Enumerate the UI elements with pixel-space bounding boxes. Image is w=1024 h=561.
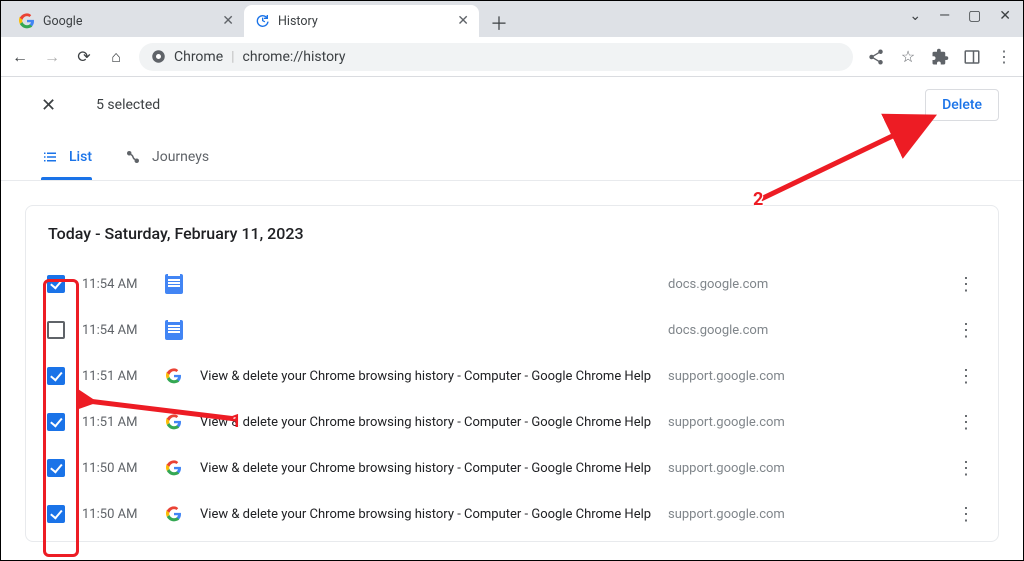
site-icon <box>164 320 184 340</box>
annotation-label-1: 1 <box>231 411 241 432</box>
history-title[interactable]: View & delete your Chrome browsing histo… <box>200 415 652 430</box>
history-time: 11:51 AM <box>82 369 148 384</box>
history-domain: support.google.com <box>668 461 938 476</box>
tab-title: Google <box>43 14 82 29</box>
history-time: 11:50 AM <box>82 507 148 522</box>
forward-button[interactable]: → <box>43 47 61 67</box>
journeys-icon <box>124 148 142 166</box>
close-window-icon[interactable]: ✕ <box>999 8 1011 24</box>
browser-tabstrip: Google ✕ History ✕ ＋ ⌄ — ▢ ✕ <box>1 1 1023 37</box>
selection-count: 5 selected <box>96 97 160 113</box>
list-icon <box>41 148 59 166</box>
extensions-icon[interactable] <box>931 48 949 66</box>
maximize-icon[interactable]: ▢ <box>968 8 981 24</box>
row-menu-button[interactable]: ⋮ <box>954 458 978 479</box>
row-menu-button[interactable]: ⋮ <box>954 366 978 387</box>
bookmark-icon[interactable]: ☆ <box>899 48 917 66</box>
site-icon <box>164 414 184 430</box>
minimize-icon[interactable]: — <box>939 8 950 24</box>
browser-toolbar: ← → ⟳ ⌂ Chrome | chrome://history ☆ ⋮ <box>1 37 1023 77</box>
docs-icon <box>165 320 183 340</box>
history-row[interactable]: 11:54 AM docs.google.com ⋮ <box>46 261 978 307</box>
home-button[interactable]: ⌂ <box>107 47 125 67</box>
checkbox[interactable] <box>47 505 65 523</box>
omnibox-label: Chrome <box>174 49 223 65</box>
omnibox-url: chrome://history <box>243 49 346 65</box>
row-menu-button[interactable]: ⋮ <box>954 504 978 525</box>
history-title[interactable]: View & delete your Chrome browsing histo… <box>200 369 652 384</box>
history-title[interactable]: View & delete your Chrome browsing histo… <box>200 461 652 476</box>
docs-icon <box>165 274 183 294</box>
sidepanel-icon[interactable] <box>963 48 981 66</box>
close-icon[interactable]: ✕ <box>222 13 234 29</box>
tab-title: History <box>278 14 318 29</box>
history-row[interactable]: 11:54 AM docs.google.com ⋮ <box>46 307 978 353</box>
history-row[interactable]: 11:51 AM View & delete your Chrome browsi… <box>46 353 978 399</box>
checkbox[interactable] <box>47 367 65 385</box>
date-header: Today - Saturday, February 11, 2023 <box>46 224 978 243</box>
close-icon[interactable]: ✕ <box>457 13 469 29</box>
history-rows: 11:54 AM docs.google.com ⋮ 11:54 AM docs.goo… <box>46 261 978 537</box>
history-domain: docs.google.com <box>668 323 938 338</box>
history-icon <box>254 13 270 29</box>
site-icon <box>164 460 184 476</box>
checkbox[interactable] <box>47 413 65 431</box>
google-icon <box>19 13 35 29</box>
history-time: 11:54 AM <box>82 277 148 292</box>
row-menu-button[interactable]: ⋮ <box>954 320 978 341</box>
row-menu-button[interactable]: ⋮ <box>954 274 978 295</box>
reload-button[interactable]: ⟳ <box>75 47 93 66</box>
chevron-down-icon[interactable]: ⌄ <box>909 8 921 24</box>
browser-tab-history[interactable]: History ✕ <box>244 5 479 37</box>
checkbox[interactable] <box>47 321 65 339</box>
history-row[interactable]: 11:50 AM View & delete your Chrome browsi… <box>46 491 978 537</box>
window-controls: ⌄ — ▢ ✕ <box>909 1 1023 37</box>
history-time: 11:51 AM <box>82 415 148 430</box>
browser-tab-google[interactable]: Google ✕ <box>9 5 244 37</box>
checkbox[interactable] <box>47 275 65 293</box>
tab-list[interactable]: List <box>41 133 92 180</box>
history-row[interactable]: 11:51 AM View & delete your Chrome browsi… <box>46 399 978 445</box>
delete-button[interactable]: Delete <box>925 89 999 121</box>
history-domain: support.google.com <box>668 507 938 522</box>
selection-bar: ✕ 5 selected Delete <box>1 77 1023 133</box>
checkbox[interactable] <box>47 459 65 477</box>
history-domain: support.google.com <box>668 415 938 430</box>
history-time: 11:54 AM <box>82 323 148 338</box>
chrome-icon <box>151 49 166 64</box>
tab-journeys[interactable]: Journeys <box>124 133 209 180</box>
annotation-label-2: 2 <box>753 189 763 210</box>
site-icon <box>164 368 184 384</box>
menu-icon[interactable]: ⋮ <box>995 48 1013 66</box>
share-icon[interactable] <box>867 48 885 66</box>
new-tab-button[interactable]: ＋ <box>485 9 513 37</box>
view-tabs: List Journeys <box>1 133 1023 181</box>
site-icon <box>164 506 184 522</box>
history-title[interactable]: View & delete your Chrome browsing histo… <box>200 507 652 522</box>
site-icon <box>164 274 184 294</box>
history-card: Today - Saturday, February 11, 2023 11:5… <box>25 205 999 542</box>
clear-selection-button[interactable]: ✕ <box>41 95 56 116</box>
back-button[interactable]: ← <box>11 47 29 67</box>
row-menu-button[interactable]: ⋮ <box>954 412 978 433</box>
history-domain: docs.google.com <box>668 277 938 292</box>
history-domain: support.google.com <box>668 369 938 384</box>
omnibox[interactable]: Chrome | chrome://history <box>139 43 853 71</box>
history-row[interactable]: 11:50 AM View & delete your Chrome browsi… <box>46 445 978 491</box>
history-time: 11:50 AM <box>82 461 148 476</box>
